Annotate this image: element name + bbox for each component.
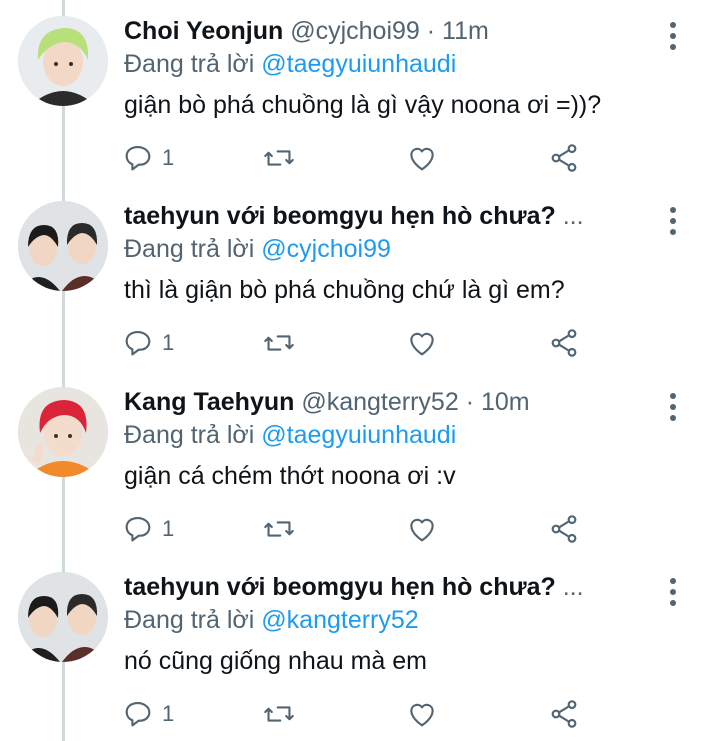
more-options-button[interactable] [658,572,688,612]
retweet-button[interactable] [262,325,296,361]
tweet-text: giận bò phá chuồng là gì vậy noona ơi =)… [124,91,602,119]
share-button[interactable] [548,140,580,176]
retweet-button[interactable] [262,696,296,732]
more-icon [670,578,676,606]
replying-to-mention[interactable]: @kangterry52 [261,606,418,634]
more-options-button[interactable] [658,387,688,427]
reply-icon [125,702,151,727]
avatar-image [18,387,108,477]
display-name[interactable]: Choi Yeonjun [124,17,283,45]
replying-to-line: Đang trả lời @taegyuiunhaudi [124,418,456,452]
share-icon [551,515,577,543]
tweet-actions: 1 [122,325,602,361]
reply-count: 1 [162,330,175,355]
replying-to-line: Đang trả lời @cyjchoi99 [124,232,391,266]
tweet-actions: 1 [122,696,602,732]
tweet[interactable]: Choi Yeonjun @cyjchoi99 · 11m Đang trả l… [0,0,720,185]
like-button[interactable] [406,325,438,361]
more-icon [670,393,676,421]
tweet[interactable]: Kang Taehyun @kangterry52 · 10m Đang trả… [0,371,720,556]
replying-to-mention[interactable]: @taegyuiunhaudi [261,50,456,78]
replying-to-label: Đang trả lời [124,50,262,78]
retweet-button[interactable] [262,140,296,176]
like-button[interactable] [406,696,438,732]
tweet-text: nó cũng giống nhau mà em [124,647,427,675]
reply-count: 1 [162,516,175,541]
reply-count: 1 [162,701,175,726]
reply-thread: Choi Yeonjun @cyjchoi99 · 11m Đang trả l… [0,0,720,741]
reply-button[interactable]: 1 [122,140,174,176]
more-options-button[interactable] [658,201,688,241]
replying-to-line: Đang trả lời @taegyuiunhaudi [124,47,456,81]
replying-to-line: Đang trả lời @kangterry52 [124,603,419,637]
avatar[interactable] [18,201,108,291]
tweet-header: taehyun với beomgyu hẹn hò chưa? ... [124,570,644,604]
user-handle[interactable]: @kangterry52 [301,388,458,416]
reply-icon [125,331,151,356]
avatar[interactable] [18,16,108,106]
tweet[interactable]: taehyun với beomgyu hẹn hò chưa? ... Đan… [0,556,720,741]
replying-to-label: Đang trả lời [124,606,262,634]
display-name[interactable]: taehyun với beomgyu hẹn hò chưa? [124,202,556,230]
display-name[interactable]: Kang Taehyun [124,388,294,416]
share-button[interactable] [548,325,580,361]
reply-icon [125,517,151,542]
tweet-header: Choi Yeonjun @cyjchoi99 · 11m [124,14,644,48]
retweet-icon [264,521,294,537]
replying-to-label: Đang trả lời [124,235,262,263]
tweet[interactable]: taehyun với beomgyu hẹn hò chưa? ... Đan… [0,185,720,370]
tweet-text: giận cá chém thớt noona ơi :v [124,462,456,490]
avatar[interactable] [18,572,108,662]
like-icon [410,147,434,171]
display-name[interactable]: taehyun với beomgyu hẹn hò chưa? [124,573,556,601]
share-icon [551,329,577,357]
like-icon [410,518,434,542]
retweet-button[interactable] [262,511,296,547]
replying-to-mention[interactable]: @taegyuiunhaudi [261,421,456,449]
share-icon [551,144,577,172]
retweet-icon [264,335,294,351]
user-handle[interactable]: @cyjchoi99 [290,17,420,45]
reply-count: 1 [162,145,175,170]
tweet-text: thì là giận bò phá chuồng chứ là gì em? [124,276,565,304]
timestamp[interactable]: 11m [442,17,489,45]
more-options-button[interactable] [658,16,688,56]
like-icon [410,703,434,727]
avatar-image [18,572,108,662]
separator-dot: · [419,17,443,45]
reply-icon [125,146,151,171]
avatar[interactable] [18,387,108,477]
retweet-icon [264,706,294,722]
reply-button[interactable]: 1 [122,511,174,547]
like-icon [410,332,434,356]
tweet-actions: 1 [122,511,602,547]
replying-to-label: Đang trả lời [124,421,262,449]
share-button[interactable] [548,511,580,547]
replying-to-mention[interactable]: @cyjchoi99 [261,235,391,263]
like-button[interactable] [406,511,438,547]
tweet-header: Kang Taehyun @kangterry52 · 10m [124,385,644,419]
avatar-image [18,201,108,291]
reply-button[interactable]: 1 [122,325,174,361]
tweet-actions: 1 [122,140,602,176]
share-button[interactable] [548,696,580,732]
tweet-header: taehyun với beomgyu hẹn hò chưa? ... [124,199,644,233]
more-icon [670,22,676,50]
timestamp[interactable]: 10m [481,388,530,416]
like-button[interactable] [406,140,438,176]
avatar-image [18,16,108,106]
separator-dot: · [458,388,481,416]
truncation-ellipsis: ... [562,573,584,601]
more-icon [670,207,676,235]
retweet-icon [264,150,294,166]
reply-button[interactable]: 1 [122,696,174,732]
truncation-ellipsis: ... [562,202,584,230]
share-icon [551,700,577,728]
